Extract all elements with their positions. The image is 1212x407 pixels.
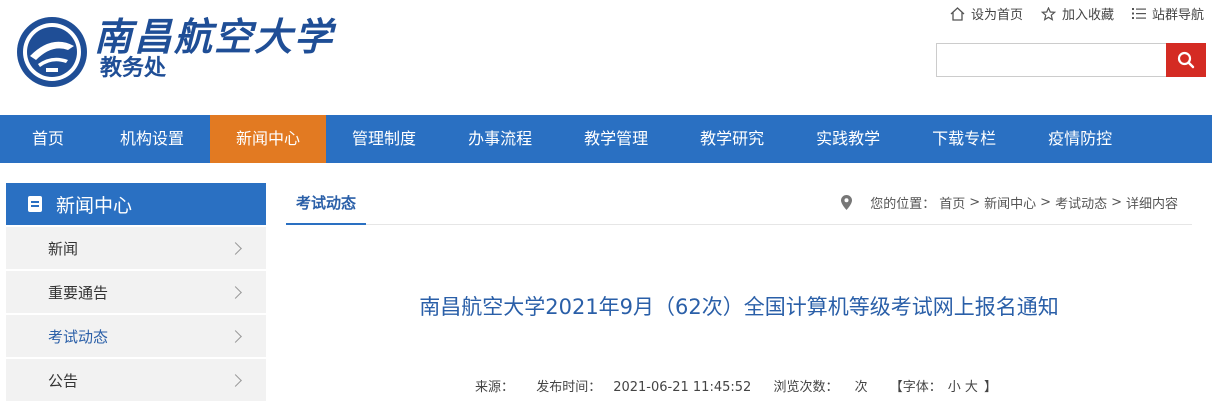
nav-item-teaching-management[interactable]: 教学管理 [558, 115, 674, 163]
breadcrumb-exam-news[interactable]: 考试动态 [1055, 193, 1107, 212]
main-nav: 首页 机构设置 新闻中心 管理制度 办事流程 教学管理 教学研究 实践教学 下载… [0, 115, 1212, 163]
nav-item-teaching-research[interactable]: 教学研究 [674, 115, 790, 163]
add-favorite-label: 加入收藏 [1061, 8, 1114, 23]
search-box [936, 43, 1206, 77]
breadcrumb: 您的位置： 首页 > 新闻中心 > 考试动态 > 详细内容 [841, 193, 1178, 212]
nav-item-downloads[interactable]: 下载专栏 [906, 115, 1022, 163]
content-tab-bar: 考试动态 您的位置： 首页 > 新闻中心 > 考试动态 > 详细内容 [286, 183, 1192, 225]
sidebar-header: 新闻中心 [6, 183, 266, 225]
search-icon [1177, 51, 1195, 69]
department-name: 教务处 [100, 56, 167, 81]
nav-item-home[interactable]: 首页 [0, 115, 94, 163]
chevron-right-icon [229, 373, 242, 387]
home-icon [950, 6, 965, 21]
breadcrumb-separator: > [1040, 195, 1052, 210]
set-homepage-link[interactable]: 设为首页 [950, 4, 1023, 23]
search-input[interactable] [936, 43, 1166, 77]
article-meta: 来源： 发布时间： 2021-06-21 11:45:52 浏览次数： 次 【字体… [286, 376, 1192, 395]
chevron-right-icon [229, 241, 242, 255]
sidebar-title: 新闻中心 [56, 194, 133, 217]
sitemap-link[interactable]: 站群导航 [1131, 4, 1204, 23]
tab-exam-news[interactable]: 考试动态 [286, 183, 367, 225]
breadcrumb-separator: > [969, 195, 981, 210]
views-suffix: 次 [854, 380, 868, 395]
publish-time-label: 发布时间： [536, 380, 602, 395]
font-size-control: 【字体： 小 大】 [884, 380, 1003, 395]
list-icon [1131, 8, 1146, 19]
sidebar-item-news[interactable]: 新闻 [6, 227, 266, 269]
nav-item-organization[interactable]: 机构设置 [94, 115, 210, 163]
location-pin-icon [841, 195, 853, 210]
sidebar-item-important-notices[interactable]: 重要通告 [6, 271, 266, 313]
font-size-open: 【字体： [889, 380, 942, 395]
nav-item-regulations[interactable]: 管理制度 [326, 115, 442, 163]
font-size-close: 】 [983, 380, 997, 395]
views-label: 浏览次数： [773, 380, 839, 395]
document-icon [28, 196, 42, 212]
search-button[interactable] [1166, 43, 1206, 77]
sidebar-item-label: 考试动态 [48, 327, 109, 346]
sidebar: 新闻中心 新闻 重要通告 考试动态 公告 [6, 183, 266, 401]
nav-item-epidemic-control[interactable]: 疫情防控 [1022, 115, 1138, 163]
nav-item-procedures[interactable]: 办事流程 [442, 115, 558, 163]
breadcrumb-current: 详细内容 [1125, 197, 1178, 212]
breadcrumb-home[interactable]: 首页 [939, 193, 965, 212]
breadcrumb-separator: > [1111, 195, 1122, 210]
chevron-right-icon [229, 285, 242, 299]
breadcrumb-prefix: 您的位置： [870, 197, 936, 212]
sidebar-item-label: 新闻 [48, 239, 79, 258]
breadcrumb-news-center[interactable]: 新闻中心 [984, 193, 1036, 212]
sitemap-label: 站群导航 [1151, 8, 1204, 23]
sidebar-item-label: 公告 [48, 371, 79, 390]
star-icon [1040, 6, 1056, 21]
university-emblem-icon [17, 17, 87, 87]
add-favorite-link[interactable]: 加入收藏 [1040, 4, 1114, 23]
set-homepage-label: 设为首页 [970, 8, 1023, 23]
top-links: 设为首页 加入收藏 站群导航 [950, 4, 1204, 23]
nav-item-news-center[interactable]: 新闻中心 [210, 115, 327, 163]
sidebar-item-label: 重要通告 [48, 283, 109, 302]
sidebar-item-exam-news[interactable]: 考试动态 [6, 315, 266, 357]
source-label: 来源： [475, 380, 515, 395]
font-small-link[interactable]: 小 [948, 380, 961, 395]
site-header: 南昌航空大学 教务处 设为首页 加入收藏 站群导航 [0, 0, 1212, 115]
nav-item-practice-teaching[interactable]: 实践教学 [790, 115, 906, 163]
article-title: 南昌航空大学2021年9月（62次）全国计算机等级考试网上报名通知 [419, 295, 1059, 319]
font-large-link[interactable]: 大 [965, 380, 978, 395]
publish-time: 2021-06-21 11:45:52 [613, 380, 752, 395]
sidebar-item-announcements[interactable]: 公告 [6, 359, 266, 401]
chevron-right-icon [229, 329, 242, 343]
